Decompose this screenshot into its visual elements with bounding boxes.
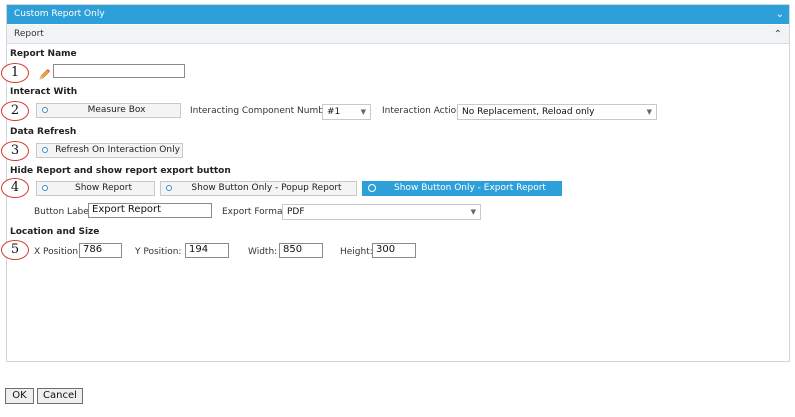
component-number-label: Interacting Component Number: (190, 106, 337, 116)
interaction-action-label: Interaction Action: (382, 106, 465, 116)
radio-icon (166, 185, 172, 191)
panel-header[interactable]: Custom Report Only ⌄ (7, 5, 789, 24)
x-position-label: X Position: (34, 247, 82, 257)
refresh-on-interaction-option[interactable]: Refresh On Interaction Only (36, 143, 183, 158)
show-button-export-label: Show Button Only - Export Report (394, 183, 546, 193)
width-label: Width: (248, 247, 278, 257)
panel-title: Custom Report Only (14, 9, 105, 19)
refresh-on-interaction-label: Refresh On Interaction Only (55, 145, 180, 155)
pencil-icon[interactable] (38, 68, 51, 81)
cancel-button[interactable]: Cancel (37, 388, 83, 404)
y-position-label: Y Position: (135, 247, 182, 257)
button-label-input[interactable]: Export Report (88, 203, 212, 218)
show-button-popup-option[interactable]: Show Button Only - Popup Report (160, 181, 357, 196)
chevron-up-icon[interactable]: ⌃ (774, 25, 782, 44)
export-format-label: Export Format (222, 207, 287, 217)
width-input[interactable]: 850 (279, 243, 323, 258)
step-5-marker: 5 (1, 240, 29, 260)
chevron-down-icon[interactable]: ⌄ (776, 5, 784, 24)
section-location-size-label: Location and Size (10, 227, 100, 237)
step-2-marker: 2 (1, 101, 29, 121)
measure-box-option[interactable]: Measure Box (36, 103, 181, 118)
report-name-input[interactable] (53, 64, 185, 78)
radio-selected-icon (368, 184, 376, 192)
radio-icon (42, 107, 48, 113)
radio-icon (42, 185, 48, 191)
section-data-refresh-label: Data Refresh (10, 127, 77, 137)
dropdown-arrow-icon: ▼ (360, 108, 366, 116)
section-hide-report-label: Hide Report and show report export butto… (10, 166, 231, 176)
x-position-input[interactable]: 786 (79, 243, 122, 258)
interaction-action-select[interactable]: No Replacement, Reload only ▼ (457, 104, 657, 120)
step-1-marker: 1 (1, 63, 29, 83)
show-report-option[interactable]: Show Report (36, 181, 155, 196)
show-button-popup-label: Show Button Only - Popup Report (191, 183, 342, 193)
step-3-marker: 3 (1, 141, 29, 161)
dropdown-arrow-icon: ▼ (646, 108, 652, 116)
export-format-value: PDF (287, 207, 305, 217)
show-button-export-option[interactable]: Show Button Only - Export Report (362, 181, 562, 196)
measure-box-label: Measure Box (87, 105, 146, 115)
section-interact-with-label: Interact With (10, 87, 78, 97)
section-report-name-label: Report Name (10, 49, 77, 59)
ok-button[interactable]: OK (5, 388, 34, 404)
export-format-select[interactable]: PDF ▼ (282, 204, 481, 220)
height-input[interactable]: 300 (372, 243, 416, 258)
y-position-input[interactable]: 194 (185, 243, 229, 258)
button-label-label: Button Label (34, 207, 92, 217)
height-label: Height: (340, 247, 373, 257)
step-4-marker: 4 (1, 178, 29, 198)
radio-icon (42, 147, 48, 153)
report-subheader[interactable]: Report ⌃ (7, 25, 789, 44)
subheader-title: Report (14, 29, 44, 39)
dropdown-arrow-icon: ▼ (470, 208, 476, 216)
custom-report-panel: Custom Report Only ⌄ Report ⌃ Report Nam… (1, 4, 790, 362)
show-report-label: Show Report (75, 183, 132, 193)
component-number-select[interactable]: #1 ▼ (322, 104, 371, 120)
interaction-action-value: No Replacement, Reload only (462, 107, 595, 117)
component-number-value: #1 (327, 107, 341, 117)
